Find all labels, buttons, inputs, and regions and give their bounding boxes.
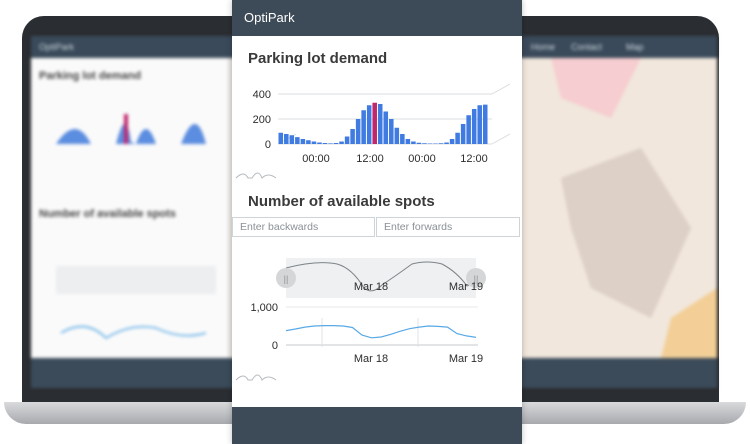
demand-bar[interactable] <box>383 111 389 145</box>
demand-y-tick-0: 0 <box>265 139 271 151</box>
demand-title: Parking lot demand <box>248 50 388 67</box>
background-nav-home: Home <box>531 42 556 52</box>
demand-bar[interactable] <box>366 105 372 144</box>
demand-bar[interactable] <box>400 134 405 144</box>
demand-bar[interactable] <box>350 129 355 144</box>
spots-title: Number of available spots <box>248 193 435 210</box>
spots-chart: || || Mar 18 Mar 19 1,000 0 Mar 18 Mar 1… <box>235 258 486 381</box>
app-title: OptiPark <box>244 10 295 25</box>
demand-bar[interactable] <box>306 140 311 144</box>
background-nav-map: Map <box>626 42 644 52</box>
demand-bar[interactable] <box>339 141 344 145</box>
demand-bars <box>278 102 488 145</box>
background-spots-chart <box>56 266 216 339</box>
demand-bar[interactable] <box>322 143 328 144</box>
demand-bar[interactable] <box>444 142 449 145</box>
demand-bar[interactable] <box>317 142 322 145</box>
demand-bar[interactable] <box>416 142 422 144</box>
demand-bar[interactable] <box>455 132 460 144</box>
demand-bar[interactable] <box>355 119 361 144</box>
demand-bar[interactable] <box>372 102 377 144</box>
demand-bar[interactable] <box>311 141 317 145</box>
demand-bar[interactable] <box>449 139 455 144</box>
navigator-x-tick-2: Mar 19 <box>449 281 483 293</box>
demand-bar[interactable] <box>278 132 284 144</box>
background-map <box>521 58 717 358</box>
spots-y-tick-0: 0 <box>272 340 278 352</box>
demand-x-tick-3: 00:00 <box>408 153 436 165</box>
demand-x-tick-1: 00:00 <box>302 153 330 165</box>
backwards-input[interactable] <box>232 217 375 237</box>
demand-chart: 400 200 0 00:00 12:00 00:00 12:00 <box>235 83 511 179</box>
spots-line <box>285 325 477 339</box>
demand-bar[interactable] <box>460 124 466 144</box>
spots-x-tick-2: Mar 19 <box>449 353 483 365</box>
demand-bar[interactable] <box>466 115 471 144</box>
demand-bar[interactable] <box>438 143 444 144</box>
demand-bar[interactable] <box>328 143 333 145</box>
demand-bar[interactable] <box>422 143 427 144</box>
demand-bar[interactable] <box>427 143 433 145</box>
demand-bar[interactable] <box>289 135 295 144</box>
forwards-input[interactable] <box>376 217 520 237</box>
demand-bar[interactable] <box>300 139 306 144</box>
demand-bar[interactable] <box>333 143 339 144</box>
demand-y-tick-200: 200 <box>253 114 271 126</box>
background-app-title: OptiPark <box>39 42 75 52</box>
navigator-x-tick-1: Mar 18 <box>354 281 388 293</box>
background-demand-chart <box>56 114 206 144</box>
spots-x-tick-1: Mar 18 <box>354 353 388 365</box>
spots-y-tick-1000: 1,000 <box>250 302 278 314</box>
demand-bar[interactable] <box>471 109 477 144</box>
demand-bar[interactable] <box>394 127 400 144</box>
demand-bar[interactable] <box>411 141 416 145</box>
spots-mini-preview <box>235 374 277 381</box>
demand-bar[interactable] <box>295 137 300 145</box>
background-map-shapes <box>521 58 717 358</box>
background-nav-contact: Contact <box>571 42 603 52</box>
demand-bar[interactable] <box>377 104 383 144</box>
demand-bar[interactable] <box>361 110 366 144</box>
background-demand-title: Parking lot demand <box>39 70 142 82</box>
navigator-left-handle-grip: || <box>284 274 289 284</box>
demand-y-tick-400: 400 <box>253 89 271 101</box>
demand-bar[interactable] <box>284 134 289 144</box>
demand-bar[interactable] <box>389 119 394 144</box>
demand-bar[interactable] <box>405 139 411 144</box>
demand-bar[interactable] <box>344 136 350 145</box>
demand-x-tick-4: 12:00 <box>460 153 488 165</box>
demand-bar[interactable] <box>482 104 488 145</box>
background-left-panel: Parking lot demand Number of available s… <box>31 58 228 358</box>
demand-bar[interactable] <box>433 143 438 145</box>
demand-bar[interactable] <box>477 105 482 144</box>
phone-frame: OptiPark Parking lot demand 400 200 0 00… <box>232 0 522 444</box>
app-header: OptiPark <box>232 0 522 36</box>
app-footer <box>232 407 522 444</box>
demand-mini-preview <box>235 172 277 179</box>
background-spots-title: Number of available spots <box>39 208 176 220</box>
demand-x-tick-2: 12:00 <box>356 153 384 165</box>
